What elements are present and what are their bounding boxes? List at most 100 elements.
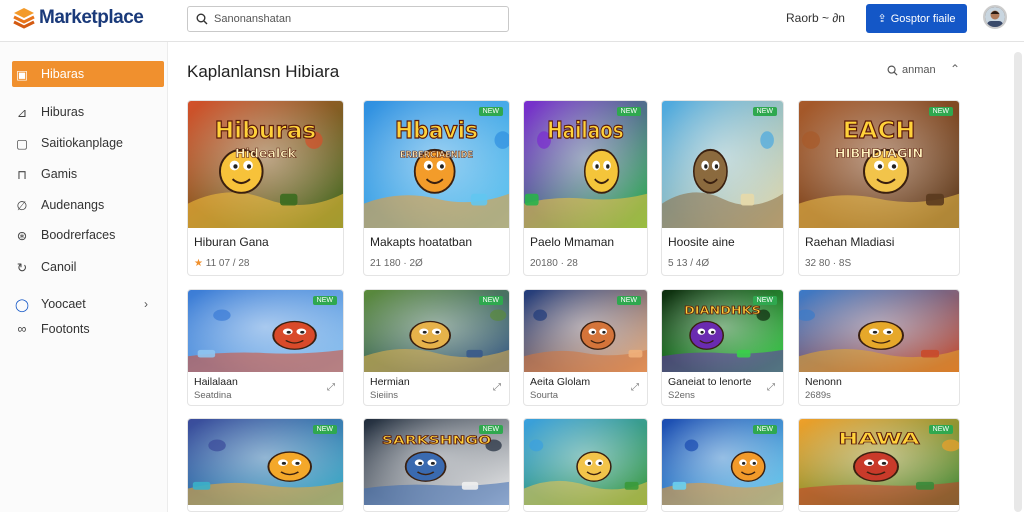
game-card-title: Makapts hoatatban — [370, 235, 473, 249]
sidebar-item-canoil[interactable]: ↻ Canoil — [12, 254, 164, 280]
sidebar-item-footonts[interactable]: ∞ Footonts — [12, 316, 164, 342]
game-card[interactable]: EACH HIBHDIAGIN NEW Raehan Mladiasi 32 80 · … — [798, 100, 960, 276]
game-thumbnail[interactable]: NEW — [662, 101, 783, 228]
share-icon[interactable]: ⤢ — [767, 382, 775, 393]
game-thumbnail[interactable]: NEW — [524, 290, 647, 372]
game-thumbnail[interactable]: EACH HIBHDIAGIN NEW — [799, 101, 959, 228]
game-thumbnail-art — [662, 101, 783, 228]
game-card-title: Paelo Mmaman — [530, 235, 615, 249]
game-thumbnail-art — [524, 419, 647, 505]
game-card-meta-text: 32 80 · 8S — [805, 258, 852, 269]
game-thumbnail-art — [799, 290, 959, 372]
thumbnail-title-text: Hiburas — [215, 116, 317, 144]
game-card-subtitle: S2ens — [668, 390, 695, 401]
game-thumbnail-art: Hbavis ERBERCIAENIDE — [364, 101, 509, 228]
upload-icon: ⇪ — [877, 13, 887, 25]
share-icon[interactable]: ⤢ — [631, 382, 639, 393]
search-icon — [887, 65, 898, 76]
game-thumbnail[interactable] — [799, 290, 959, 372]
game-card-meta-text: 21 180 · 2Ø — [370, 258, 423, 269]
game-card[interactable] — [523, 418, 648, 512]
new-badge: NEW — [616, 296, 641, 305]
game-card[interactable]: Hailaos NEW Paelo Mmaman 20180 · 28 — [523, 100, 648, 276]
game-card[interactable]: Hiburas Hidealck Hiburan Gana ★ 11 07 / 28 — [187, 100, 344, 276]
star-icon: ★ — [194, 258, 206, 269]
game-thumbnail[interactable]: NEW — [662, 419, 783, 505]
sidebar-item-label: Gamis — [41, 167, 78, 181]
sidebar-item-saitiokanplage[interactable]: ▢ Saitiokanplage — [12, 130, 164, 156]
game-card-title: Hiburan Gana — [194, 235, 269, 249]
search-input[interactable] — [214, 13, 494, 25]
bag-icon: ⊓ — [17, 167, 27, 182]
sidebar-item-gamis[interactable]: ⊓ Gamis — [12, 161, 164, 187]
primary-button-label: Gosptor fiaile — [890, 12, 956, 25]
new-badge: NEW — [312, 296, 337, 305]
game-thumbnail[interactable]: SARKSHNGO NEW — [364, 419, 509, 505]
sidebar-item-label: Saitiokanplage — [41, 136, 124, 150]
game-thumbnail[interactable]: NEW — [188, 419, 343, 505]
share-icon[interactable]: ⤢ — [327, 382, 335, 393]
game-card-title: Hermian — [370, 376, 410, 388]
thumbnail-subtitle-text: ERBERCIAENIDE — [400, 149, 473, 159]
game-card[interactable]: DIANDHKS NEW Ganeiat to lenorte S2ens ⤢ — [661, 289, 784, 406]
game-card-title: Raehan Mladiasi — [805, 235, 895, 249]
game-card-subtitle: Sieiins — [370, 390, 398, 401]
link-icon: ∅ — [16, 198, 28, 213]
document-icon: ▢ — [16, 136, 28, 151]
new-badge: NEW — [928, 425, 953, 434]
game-thumbnail[interactable]: HAWA NEW — [799, 419, 959, 505]
game-card[interactable]: NEW Aeita Glolam Sourta ⤢ — [523, 289, 648, 406]
game-card-meta: 5 13 / 4Ø — [668, 258, 709, 269]
share-icon[interactable]: ⤢ — [493, 382, 501, 393]
search-box[interactable] — [187, 6, 509, 32]
game-card[interactable]: SARKSHNGO NEW — [363, 418, 510, 512]
game-card[interactable]: NEW Hailalaan Seatdina ⤢ — [187, 289, 344, 406]
game-card-title: Ganeiat to lenorte — [668, 376, 752, 388]
store-icon: ▣ — [16, 67, 28, 82]
game-card[interactable]: Hbavis ERBERCIAENIDE NEW Makapts hoatatban 2… — [363, 100, 510, 276]
logo[interactable]: Marketplace — [12, 6, 144, 30]
game-thumbnail[interactable]: Hiburas Hidealck — [188, 101, 343, 228]
new-badge: NEW — [752, 296, 777, 305]
game-card[interactable]: Nenonn 2689s — [798, 289, 960, 406]
chevron-right-icon: › — [144, 297, 148, 311]
sidebar-item-label: Yoocaet — [41, 297, 86, 311]
game-thumbnail[interactable]: NEW — [364, 290, 509, 372]
game-thumbnail[interactable] — [524, 419, 647, 505]
game-card-title: Aeita Glolam — [530, 376, 591, 388]
sidebar-item-boodrerfaces[interactable]: ⊛ Boodrerfaces — [12, 222, 164, 248]
thumbnail-title-text: Hbavis — [395, 117, 478, 144]
user-avatar-icon — [985, 7, 1005, 27]
top-link[interactable]: Raorb ~ ∂n — [786, 11, 845, 25]
logo-text: Marketplace — [39, 7, 144, 28]
scrollbar[interactable] — [1014, 52, 1022, 512]
game-card-meta-text: 20180 · 28 — [530, 258, 578, 269]
game-thumbnail[interactable]: DIANDHKS NEW — [662, 290, 783, 372]
game-thumbnail[interactable]: Hbavis ERBERCIAENIDE NEW — [364, 101, 509, 228]
avatar[interactable] — [983, 5, 1007, 29]
game-thumbnail[interactable]: Hailaos NEW — [524, 101, 647, 228]
sidebar-item-hibaras[interactable]: ▣ Hibaras — [12, 61, 164, 87]
new-badge: NEW — [752, 107, 777, 116]
sidebar-item-audenangs[interactable]: ∅ Audenangs — [12, 192, 164, 218]
primary-button[interactable]: ⇪ Gosptor fiaile — [866, 4, 967, 33]
game-card[interactable]: NEW Hoosite aine 5 13 / 4Ø — [661, 100, 784, 276]
sidebar-item-hiburas[interactable]: ⊿ Hiburas — [12, 99, 164, 125]
page-title: Kaplanlansn Hibiara — [187, 62, 340, 81]
main-search-control[interactable]: anman — [887, 64, 936, 76]
puzzle-icon: ⊛ — [16, 228, 28, 243]
new-badge: NEW — [478, 296, 503, 305]
game-thumbnail[interactable]: NEW — [188, 290, 343, 372]
sidebar-item-label: Canoil — [41, 260, 77, 274]
sidebar-item-yoocaet[interactable]: ◯ Yoocaet › — [12, 291, 164, 317]
game-card[interactable]: NEW Hermian Sieiins ⤢ — [363, 289, 510, 406]
thumbnail-title-text: SARKSHNGO — [382, 434, 491, 447]
game-card-subtitle: Seatdina — [194, 390, 232, 401]
top-bar: Marketplace Raorb ~ ∂n ⇪ Gosptor fiaile — [0, 0, 1024, 42]
collapse-icon[interactable]: ⌃ — [950, 62, 960, 76]
game-card[interactable]: HAWA NEW — [798, 418, 960, 512]
game-card[interactable]: NEW — [661, 418, 784, 512]
thumbnail-title-text: Hailaos — [547, 116, 624, 144]
thumbnail-title-text: EACH — [843, 116, 916, 144]
game-card[interactable]: NEW — [187, 418, 344, 512]
